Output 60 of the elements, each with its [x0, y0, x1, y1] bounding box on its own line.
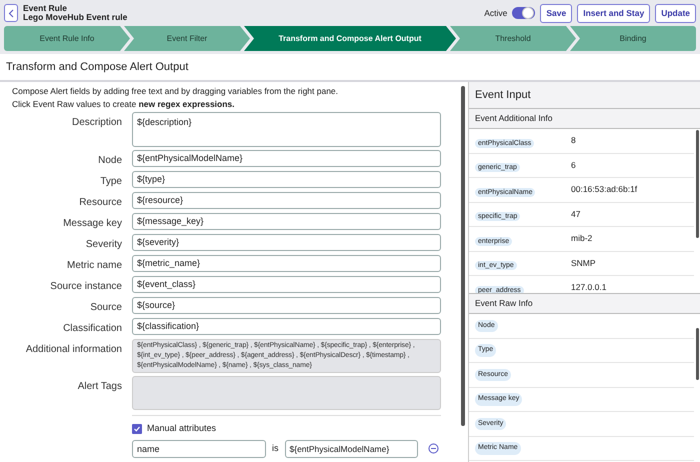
- input-field[interactable]: ${resource}: [132, 192, 441, 209]
- scrollbar-thumb[interactable]: [461, 86, 465, 426]
- back-button[interactable]: [4, 4, 18, 22]
- variable-value: SNMP: [571, 256, 596, 270]
- rule-type-title: Event Rule: [23, 4, 68, 13]
- variable-value: 47: [571, 208, 580, 221]
- action-button[interactable]: Update: [655, 4, 696, 22]
- subsection-title: Event Additional Info: [475, 112, 553, 125]
- input-field[interactable]: ${source}: [132, 297, 441, 314]
- variable-value: 6: [571, 158, 576, 172]
- wizard-step[interactable]: Threshold: [450, 26, 576, 51]
- wizard-step[interactable]: Binding: [570, 26, 696, 51]
- field-label: Resource: [78, 196, 122, 210]
- field-label: Alert Tags: [76, 380, 122, 394]
- action-button[interactable]: Insert and Stay: [577, 4, 650, 22]
- input-field[interactable]: ${message_key}: [132, 213, 441, 230]
- input-field[interactable]: ${event_class}: [132, 276, 441, 293]
- field-label: Type: [99, 175, 122, 189]
- field-label: Metric name: [66, 259, 122, 273]
- input-field[interactable]: ${metric_name}: [132, 255, 441, 272]
- field-label: Severity: [84, 238, 122, 252]
- instruction-text: Click Event Raw values to create new regex expressions.: [12, 98, 236, 111]
- operator-text: is: [272, 442, 278, 455]
- instruction-text: Compose Alert fields by adding free text and by dragging variables from the right pane.: [12, 85, 340, 98]
- checkbox[interactable]: [132, 424, 142, 434]
- attribute-value-field[interactable]: ${entPhysicalModelName}: [284, 440, 418, 458]
- field-label: Source instance: [49, 280, 122, 294]
- field-label: Description: [70, 116, 122, 130]
- input-field[interactable]: ${severity}: [132, 234, 441, 251]
- remove-icon[interactable]: [428, 443, 438, 454]
- variable-value: mib-2: [571, 232, 592, 246]
- description-field[interactable]: ${description}: [132, 112, 441, 147]
- field-label: Source: [89, 301, 122, 315]
- input-field[interactable]: ${entPhysicalModelName}: [132, 150, 441, 167]
- attribute-name-field[interactable]: name: [132, 440, 266, 458]
- check-icon: [133, 424, 141, 433]
- scrollbar-thumb[interactable]: [696, 130, 698, 238]
- variable-value: 00:16:53:ad:6b:1f: [571, 183, 638, 196]
- rule-name-title: Lego MoveHub Event rule: [23, 13, 128, 22]
- readonly-field[interactable]: [132, 376, 441, 410]
- panel-title: Event Input: [475, 88, 531, 103]
- subsection-title: Event Raw Info: [475, 297, 533, 310]
- active-label: Active: [484, 6, 508, 20]
- scrollbar-thumb[interactable]: [696, 328, 698, 380]
- variable-value: 8: [571, 134, 576, 148]
- active-toggle[interactable]: [512, 7, 536, 19]
- section-title: Transform and Compose Alert Output: [6, 60, 188, 75]
- field-label: Message key: [62, 217, 122, 231]
- chevron-left-icon: [8, 8, 14, 18]
- field-label: Node: [97, 154, 122, 168]
- wizard-step[interactable]: Event Filter: [124, 26, 250, 51]
- action-button[interactable]: Save: [540, 4, 572, 22]
- field-label: Additional information: [24, 343, 122, 357]
- field-label: Classification: [62, 322, 122, 336]
- wizard-step[interactable]: Event Rule Info: [4, 26, 130, 51]
- variable-value: 127.0.0.1: [571, 281, 606, 293]
- input-field[interactable]: ${classification}: [132, 318, 441, 335]
- input-field[interactable]: ${type}: [132, 171, 441, 188]
- wizard-step[interactable]: Transform and Compose Alert Output: [244, 26, 456, 51]
- checkbox-label: Manual attributes: [147, 422, 216, 435]
